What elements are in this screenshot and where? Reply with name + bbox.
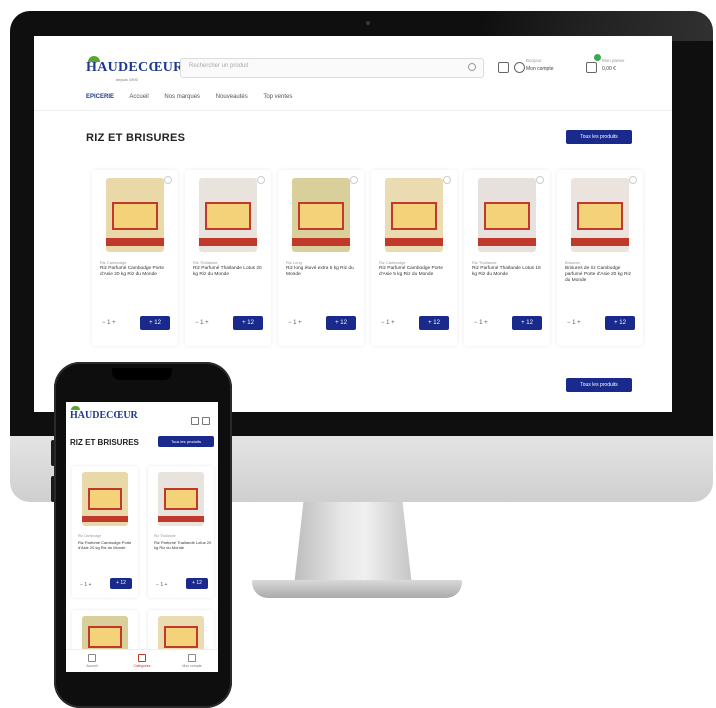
account-link[interactable]: Mon compte — [526, 66, 554, 72]
section-title: RIZ ET BRISURES — [86, 132, 186, 144]
product-image[interactable] — [478, 178, 536, 252]
monitor-base — [252, 580, 462, 598]
see-all-button-top[interactable]: Tous les produits — [566, 130, 632, 144]
desktop-screen: HAUDECŒUR depuis 1900 Rechercher un prod… — [34, 36, 672, 412]
product-image[interactable] — [106, 178, 164, 252]
nav-item-top-ventes[interactable]: Top ventes — [263, 94, 292, 100]
nav-item-nouveautes[interactable]: Nouveautés — [216, 94, 248, 100]
mobile-section-title: RIZ ET BRISURES — [70, 438, 139, 447]
wishlist-heart-icon[interactable] — [164, 176, 172, 184]
product-card[interactable]: Riz Cambodge Riz Parfumé Cambodge Porte d… — [371, 170, 457, 346]
quantity-stepper[interactable]: − 1 + — [195, 320, 209, 326]
brand-logo[interactable]: HAUDECŒUR depuis 1900 — [86, 56, 183, 84]
wishlist-heart-icon[interactable] — [629, 176, 637, 184]
add-to-cart-button[interactable]: + 12 — [419, 316, 449, 330]
product-image[interactable] — [82, 472, 128, 526]
mobile-header-icons — [188, 412, 210, 425]
grid-icon — [138, 654, 146, 662]
product-category: Riz Thaïlande — [193, 260, 218, 265]
product-category: Riz Cambodge — [379, 260, 406, 265]
user-icon — [188, 654, 196, 662]
product-card[interactable]: Riz Cambodge Riz Parfumé Cambodge Porte d… — [72, 466, 138, 598]
phone-notch — [112, 368, 172, 380]
product-name[interactable]: Riz Parfumé Cambodge Porte d'Asie 5 kg R… — [379, 266, 451, 278]
product-image[interactable] — [571, 178, 629, 252]
mobile-screen: HAUDECŒUR RIZ ET BRISURES Tous les produ… — [66, 402, 218, 672]
wishlist-heart-icon[interactable] — [536, 176, 544, 184]
product-name[interactable]: Riz Parfumé Thaïlande Lotus 20 kg Riz du… — [193, 266, 265, 278]
add-to-cart-button[interactable]: + 12 — [140, 316, 170, 330]
product-image[interactable] — [292, 178, 350, 252]
product-card[interactable]: Riz Cambodge Riz Parfumé Cambodge Porte d… — [92, 170, 178, 346]
quantity-stepper[interactable]: − 1 + — [102, 320, 116, 326]
product-card[interactable]: Riz Thaïlande Riz Parfumé Thaïlande Lotus… — [464, 170, 550, 346]
add-to-cart-button[interactable]: + 12 — [233, 316, 263, 330]
product-category: Riz Thaïlande — [472, 260, 497, 265]
quantity-stepper[interactable]: − 1 + — [567, 320, 581, 326]
add-to-cart-button[interactable]: + 12 — [512, 316, 542, 330]
search-placeholder: Rechercher un produit — [189, 63, 249, 69]
search-icon[interactable] — [468, 63, 476, 71]
product-category: Riz Long — [286, 260, 302, 265]
brand-name: HAUDECŒUR — [86, 60, 184, 75]
mobile-bottom-nav: Accueil Catégories Mon compte — [66, 649, 218, 672]
see-all-button-bottom[interactable]: Tous les produits — [566, 378, 632, 392]
quantity-stepper[interactable]: − 1 + — [288, 320, 302, 326]
product-category: Riz Cambodge — [78, 534, 102, 538]
cart-total[interactable]: 0,00 € — [602, 66, 616, 72]
add-to-cart-button[interactable]: + 12 — [110, 578, 132, 589]
nav-item-marques[interactable]: Nos marques — [164, 94, 200, 100]
quantity-stepper[interactable]: − 1 + — [80, 582, 91, 588]
product-name[interactable]: Brisures de riz Cambodge parfumé Porte d… — [565, 266, 637, 284]
product-card[interactable]: Riz Long Riz long étuvé extra 5 kg Riz du… — [278, 170, 364, 346]
quantity-stepper[interactable]: − 1 + — [474, 320, 488, 326]
webcam — [366, 21, 370, 25]
product-image[interactable] — [158, 472, 204, 526]
add-to-cart-button[interactable]: + 12 — [186, 578, 208, 589]
product-card[interactable]: Riz Thaïlande Riz Parfumé Thaïlande Lotus… — [148, 466, 214, 598]
mobile-brand-logo[interactable]: HAUDECŒUR — [70, 410, 138, 421]
bottom-nav-categories[interactable]: Catégories — [122, 654, 162, 668]
cart-label: Mon panier — [602, 58, 625, 63]
nav-item-epicerie[interactable]: EPICERIE — [86, 94, 114, 100]
nav-item-accueil[interactable]: Accueil — [129, 94, 148, 100]
cart-icon[interactable] — [586, 62, 597, 73]
home-icon — [88, 654, 96, 662]
add-to-cart-button[interactable]: + 12 — [326, 316, 356, 330]
quantity-stepper[interactable]: − 1 + — [381, 320, 395, 326]
product-category: Riz Cambodge — [100, 260, 127, 265]
quantity-stepper[interactable]: − 1 + — [156, 582, 167, 588]
product-card[interactable]: Riz Thaïlande Riz Parfumé Thaïlande Lotus… — [185, 170, 271, 346]
monitor-stand — [294, 502, 412, 586]
product-image[interactable] — [199, 178, 257, 252]
product-category: Riz Thaïlande — [154, 534, 176, 538]
product-image[interactable] — [385, 178, 443, 252]
product-name[interactable]: Riz Parfumé Thaïlande Lotus 18 kg Riz du… — [472, 266, 544, 278]
header-divider — [34, 110, 672, 111]
brand-tagline: depuis 1900 — [116, 77, 138, 82]
product-card[interactable]: Brisures Brisures de riz Cambodge parfumé… — [557, 170, 643, 346]
product-name[interactable]: Riz long étuvé extra 5 kg Riz du Monde — [286, 266, 358, 278]
cart-badge — [594, 54, 601, 61]
search-input[interactable]: Rechercher un produit — [180, 58, 484, 78]
add-to-cart-button[interactable]: + 12 — [605, 316, 635, 330]
product-name[interactable]: Riz Parfumé Thaïlande Lotus 20 kg Riz du… — [154, 540, 212, 550]
menu-icon[interactable] — [202, 417, 210, 425]
bottom-nav-account[interactable]: Mon compte — [172, 654, 212, 668]
product-name[interactable]: Riz Parfumé Cambodge Porte d'Asie 20 kg … — [78, 540, 136, 550]
search-icon[interactable] — [191, 417, 199, 425]
product-name[interactable]: Riz Parfumé Cambodge Porte d'Asie 20 kg … — [100, 266, 172, 278]
user-icon[interactable] — [514, 62, 525, 73]
main-nav: EPICERIE Accueil Nos marques Nouveautés … — [86, 94, 306, 106]
product-category: Brisures — [565, 260, 580, 265]
mobile-see-all-button[interactable]: Tous les produits — [158, 436, 214, 447]
wishlist-heart-icon[interactable] — [350, 176, 358, 184]
wishlist-heart-icon[interactable] — [443, 176, 451, 184]
wishlist-heart-icon[interactable] — [257, 176, 265, 184]
bottom-nav-home[interactable]: Accueil — [72, 654, 112, 668]
account-label: Bonjour — [526, 58, 542, 63]
wishlist-icon[interactable] — [498, 62, 509, 73]
